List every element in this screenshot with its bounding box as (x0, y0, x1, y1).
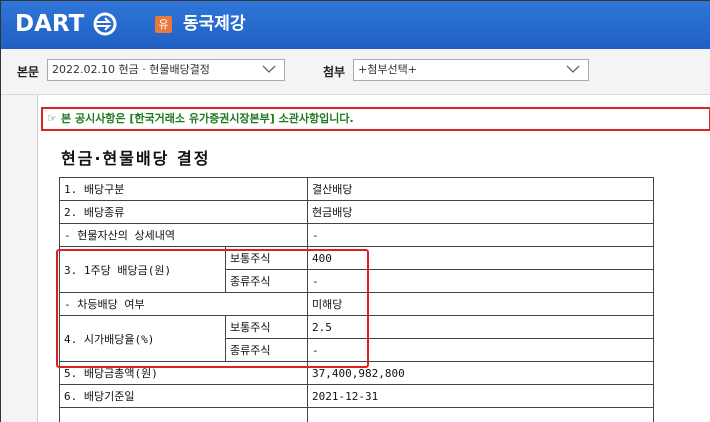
chevron-down-icon (566, 65, 580, 73)
row-label: 3. 1주당 배당금(원) (59, 246, 226, 293)
row-sublabel: 보통주식 (225, 246, 308, 270)
row-label: 5. 배당금총액(원) (59, 361, 308, 385)
table-row: 6. 배당기준일 2021-12-31 (59, 384, 654, 408)
table-row: 1. 배당구분 결산배당 (59, 177, 654, 201)
report-toolbar: 본문 2022.02.10 현금 · 현물배당결정 첨부 +첨부선택+ (1, 49, 710, 95)
row-label: - 차등배당 여부 (59, 292, 308, 316)
attach-select-value: +첨부선택+ (358, 63, 417, 76)
row-value: 현금배당 (307, 200, 654, 224)
row-sublabel: 종류주식 (225, 269, 308, 293)
report-select-value: 2022.02.10 현금 · 현물배당결정 (52, 63, 210, 76)
table-row: - 현물자산의 상세내역 - (59, 223, 654, 247)
row-label: - 현물자산의 상세내역 (59, 223, 308, 247)
row-value: 37,400,982,800 (307, 361, 654, 385)
market-badge: 유 (155, 16, 172, 33)
row-value: 결산배당 (307, 177, 654, 201)
attach-select-label: 첨부 (323, 65, 346, 79)
row-label: 4. 시가배당율(%) (59, 315, 226, 362)
row-label: 1. 배당구분 (59, 177, 308, 201)
jurisdiction-notice: ☞ 본 공시사항은 [한국거래소 유가증권시장본부] 소관사항입니다. (41, 107, 710, 131)
row-value: - (307, 269, 654, 293)
dart-logo[interactable]: DART (15, 11, 84, 37)
report-select[interactable]: 2022.02.10 현금 · 현물배당결정 (47, 59, 285, 81)
table-row: - 차등배당 여부 미해당 (59, 292, 654, 316)
row-value: 2021-12-31 (307, 384, 654, 408)
row-value: 미해당 (307, 292, 654, 316)
dividend-table: 1. 배당구분 결산배당 2. 배당종류 현금배당 - 현물자산의 상세내역 -… (59, 177, 654, 422)
row-sublabel: 종류주식 (225, 338, 308, 362)
row-label-empty (59, 407, 308, 422)
company-name[interactable]: 동국제강 (183, 12, 246, 36)
row-sublabel: 보통주식 (225, 315, 308, 339)
row-value: 2.5 (307, 315, 654, 339)
row-value: - (307, 223, 654, 247)
dart-logo-mark-icon (93, 12, 117, 36)
table-row (59, 407, 654, 422)
table-row: 2. 배당종류 현금배당 (59, 200, 654, 224)
row-value-empty (307, 407, 654, 422)
row-label: 6. 배당기준일 (59, 384, 308, 408)
left-margin (1, 95, 37, 422)
row-value: 400 (307, 246, 654, 270)
table-row: 3. 1주당 배당금(원) 보통주식 400 (59, 246, 654, 293)
report-select-label: 본문 (17, 65, 40, 79)
app-header: DART 유 동국제강 (1, 1, 710, 49)
notice-text: 본 공시사항은 [한국거래소 유가증권시장본부] 소관사항입니다. (61, 112, 354, 125)
row-label: 2. 배당종류 (59, 200, 308, 224)
attach-select[interactable]: +첨부선택+ (353, 59, 589, 81)
document-title: 현금·현물배당 결정 (61, 149, 211, 168)
table-row: 5. 배당금총액(원) 37,400,982,800 (59, 361, 654, 385)
table-row: 4. 시가배당율(%) 보통주식 2.5 (59, 315, 654, 362)
hand-pointer-icon: ☞ (47, 112, 57, 125)
chevron-down-icon (262, 65, 276, 73)
row-value: - (307, 338, 654, 362)
